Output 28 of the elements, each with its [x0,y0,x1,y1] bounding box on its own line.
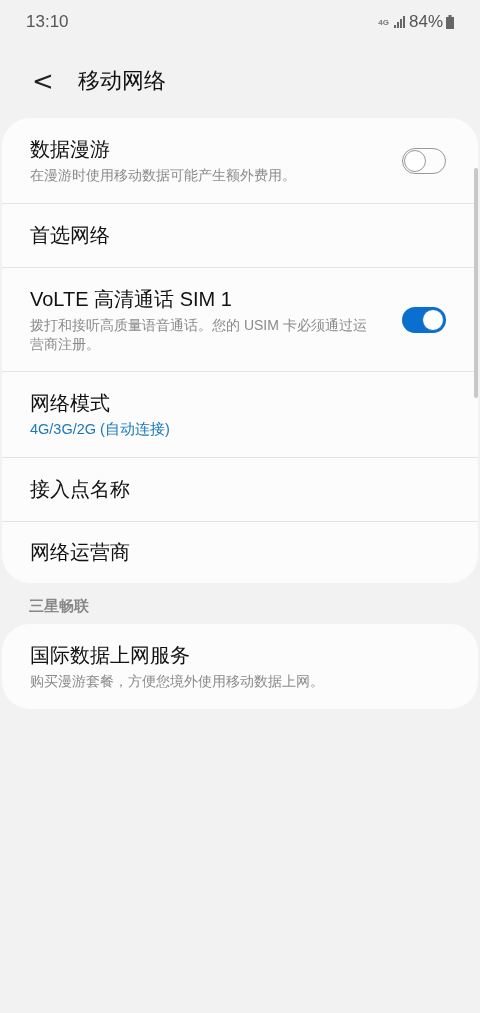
toggle-switch[interactable] [402,147,446,174]
toggle-switch[interactable] [402,306,446,333]
item-title: 首选网络 [30,223,111,248]
network-type: 4G [378,17,389,27]
signal-icon [393,16,406,28]
item-title: 国际数据上网服务 [30,643,191,669]
item-title: 网络模式 [30,391,111,416]
item-title: 接入点名称 [30,477,131,502]
item-description: 购买漫游套餐，方便您境外使用移动数据上网。 [30,672,325,691]
battery-level: 84% [408,12,443,32]
battery-icon [446,15,454,29]
item-summary: 4G/3G/2G (自动连接) [30,420,171,439]
settings-row[interactable]: 接入点名称 [2,457,478,521]
settings-row[interactable]: 首选网络 [2,203,478,267]
settings-row[interactable]: VoLTE 高清通话 SIM 1 拨打和接听高质量语音通话。您的 USIM 卡必须通过运营商注册。 [2,267,478,371]
item-description: 拨打和接听高质量语音通话。您的 USIM 卡必须通过运营商注册。 [30,316,368,353]
settings-row[interactable]: 数据漫游 在漫游时使用移动数据可能产生额外费用。 [2,118,478,203]
settings-row[interactable]: 网络运营商 [2,521,478,583]
status-time: 13:10 [26,12,70,32]
settings-row[interactable]: 网络模式 4G/3G/2G (自动连接) [2,371,478,457]
item-title: 网络运营商 [30,540,131,565]
back-button[interactable]: < [28,68,58,94]
section-heading: 三星畅联 [28,596,90,616]
page-title: 移动网络 [77,67,166,95]
item-title: 数据漫游 [30,137,111,163]
settings-row[interactable]: 国际数据上网服务 购买漫游套餐，方便您境外使用移动数据上网。 [2,624,478,709]
item-description: 在漫游时使用移动数据可能产生额外费用。 [30,166,297,185]
item-title: VoLTE 高清通话 SIM 1 [30,287,233,313]
